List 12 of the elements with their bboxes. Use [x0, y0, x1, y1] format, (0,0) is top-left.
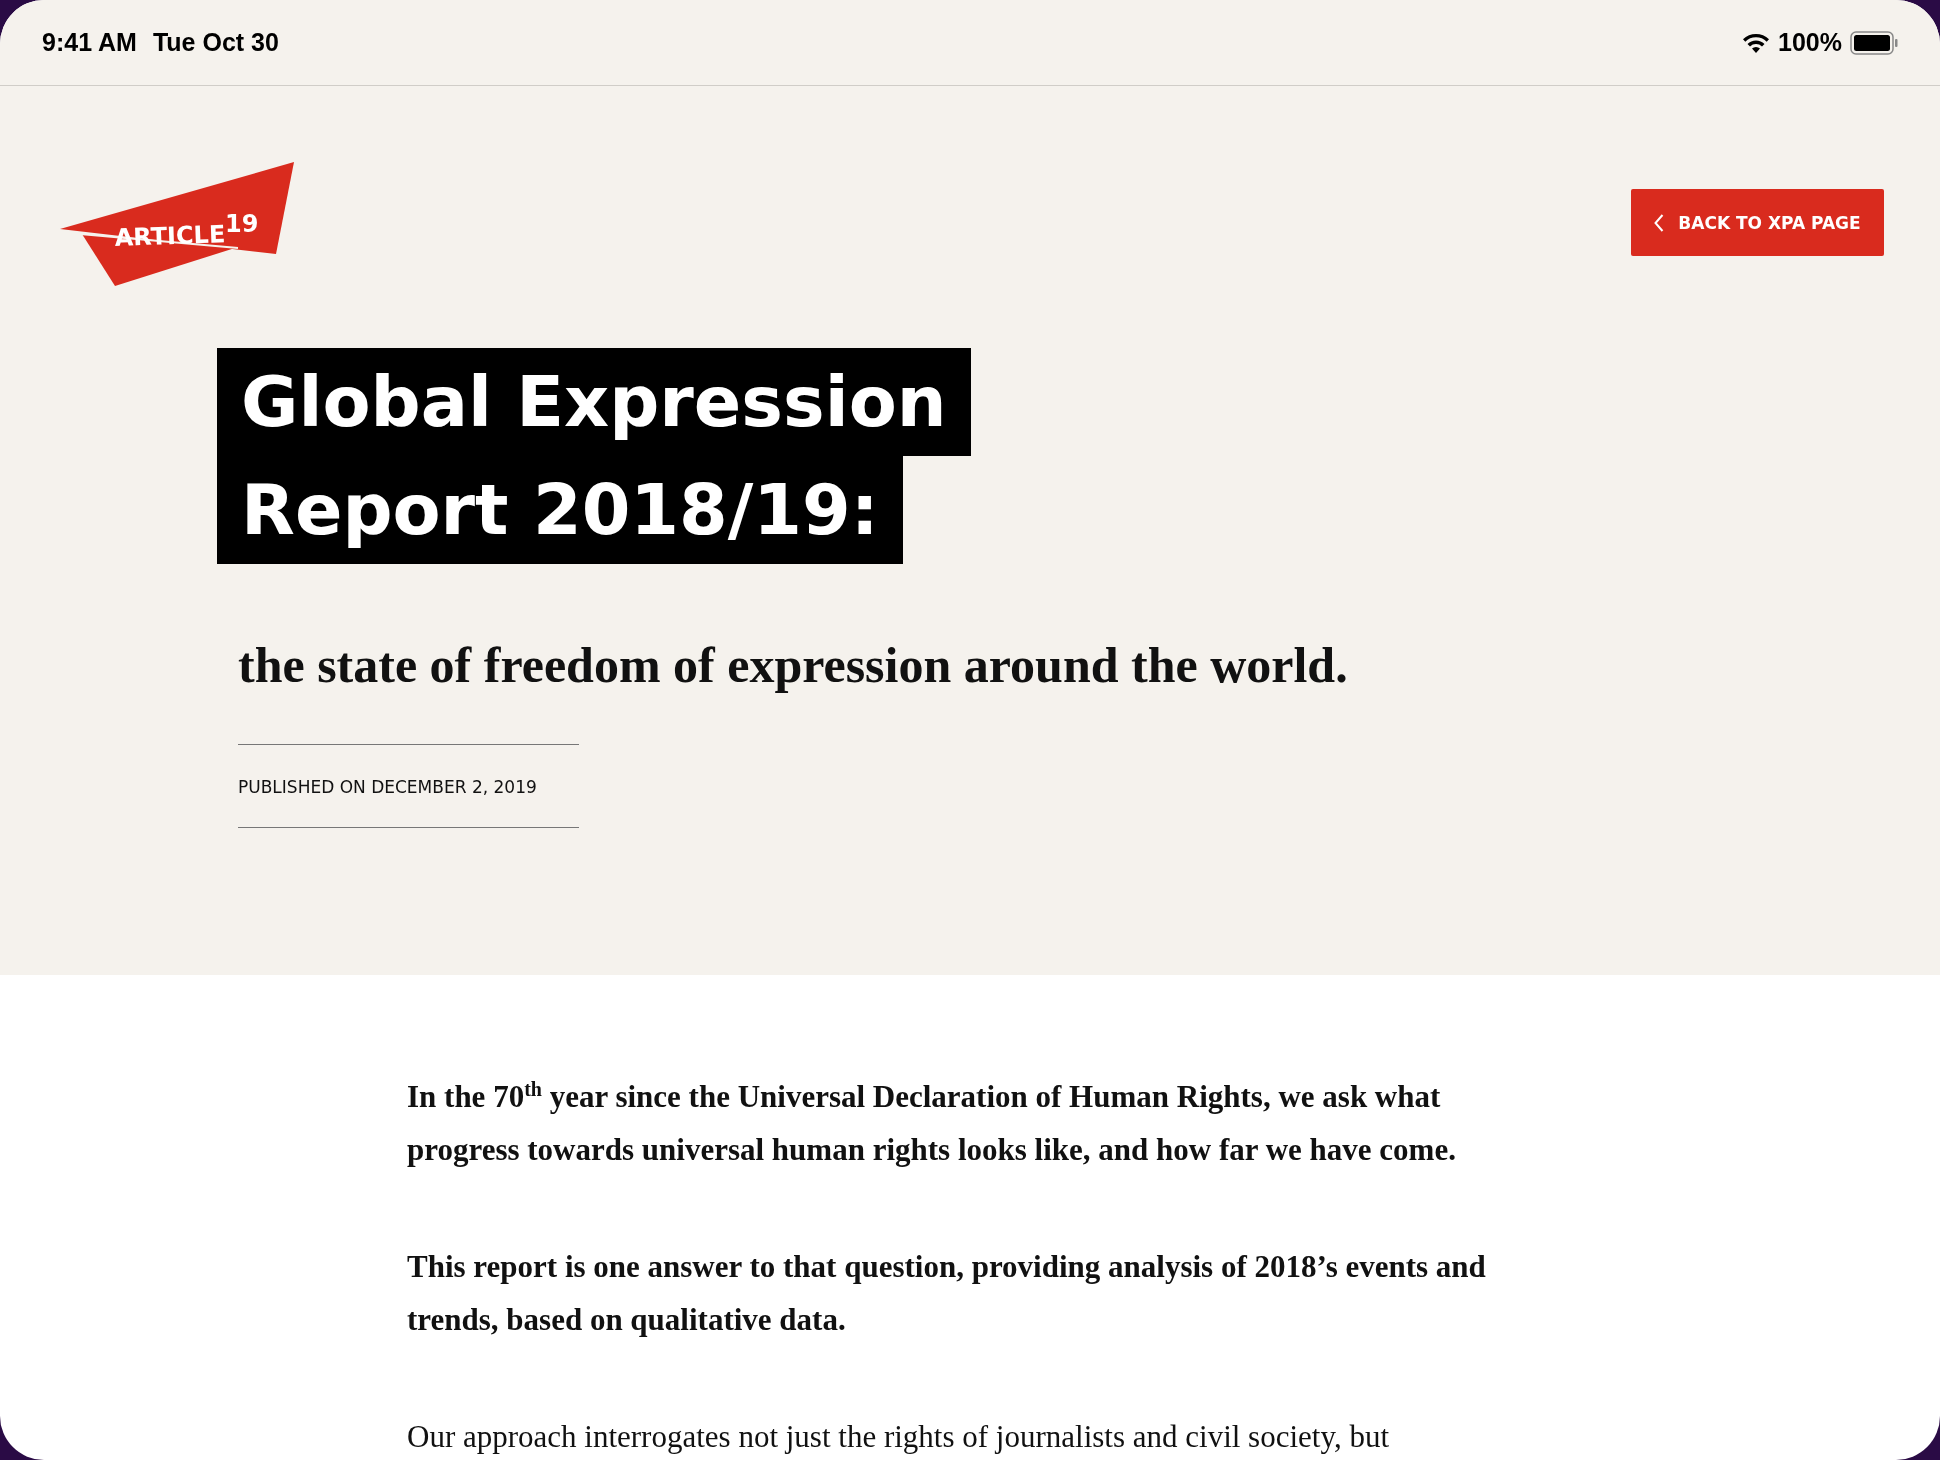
- chevron-left-icon: [1654, 213, 1665, 232]
- wifi-icon: [1742, 31, 1771, 54]
- subtitle: the state of freedom of expression around the world.: [238, 636, 1349, 694]
- paragraph: This report is one answer to that question, providing analysis of 2018’s events and trends, based on qualitative data.: [407, 1248, 1487, 1340]
- published-date: PUBLISHED ON DECEMBER 2, 2019: [238, 777, 538, 797]
- back-button[interactable]: BACK TO XPA PAGE: [1631, 189, 1884, 256]
- battery-icon: [1850, 30, 1898, 55]
- status-time: 9:41 AM: [42, 28, 137, 57]
- paragraph: Our approach interrogates not just the rights of journalists and civil society, but: [407, 1418, 1391, 1457]
- status-date: Tue Oct 30: [152, 28, 279, 57]
- battery-percent: 100%: [1778, 28, 1842, 57]
- paragraph: In the 70$^{th}$ year since the Universal Declaration of Human Rights, we ask what progress towards universal human rights looks like, and how far we have come.: [407, 1077, 1457, 1170]
